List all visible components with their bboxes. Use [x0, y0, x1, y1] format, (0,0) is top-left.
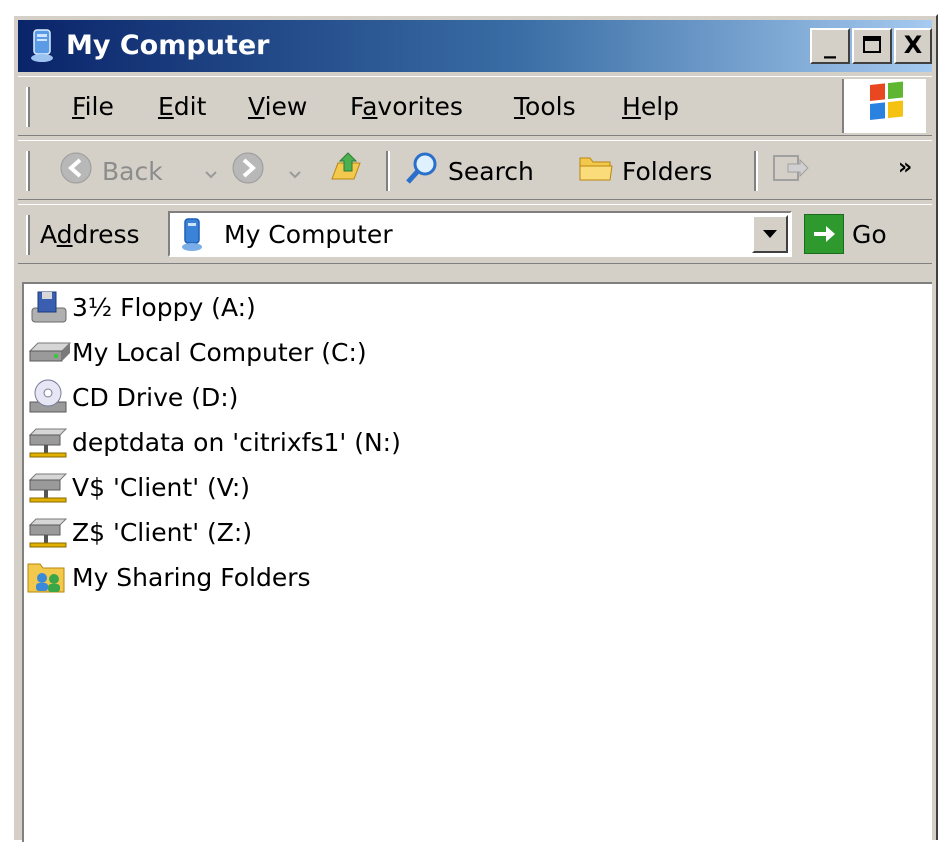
back-dropdown-button[interactable]	[204, 151, 218, 191]
drive-label: My Local Computer (C:)	[72, 338, 367, 367]
drive-label: My Sharing Folders	[72, 563, 311, 592]
go-button[interactable]: Go	[804, 213, 887, 255]
forward-dropdown-button[interactable]	[288, 151, 302, 191]
move-to-button[interactable]	[770, 151, 810, 191]
folders-button[interactable]: Folders	[578, 151, 712, 191]
back-button[interactable]: Back	[58, 151, 163, 191]
list-item[interactable]: My Local Computer (C:)	[26, 333, 367, 373]
menu-file[interactable]: File	[72, 93, 114, 121]
address-bar: Address My Computer Go	[18, 204, 932, 264]
windows-logo-icon	[842, 79, 926, 133]
list-item[interactable]: V$ 'Client' (V:)	[26, 468, 250, 508]
forward-arrow-icon	[230, 150, 266, 192]
cd-drive-icon	[26, 378, 72, 418]
minimize-button[interactable]: _	[810, 28, 850, 64]
maximize-button[interactable]	[852, 28, 892, 64]
list-item[interactable]: 3½ Floppy (A:)	[26, 288, 256, 328]
search-icon	[404, 150, 440, 192]
address-label: Address	[40, 220, 140, 249]
folder-icon	[578, 152, 614, 190]
maximize-icon	[862, 33, 882, 61]
search-button[interactable]: Search	[404, 151, 534, 191]
chevron-down-icon	[288, 157, 302, 186]
drive-label: Z$ 'Client' (Z:)	[72, 518, 253, 547]
toolbar-overflow-button[interactable]: »	[898, 155, 912, 180]
chevron-down-icon	[754, 228, 786, 257]
close-icon: X	[903, 31, 923, 59]
floppy-drive-icon	[26, 288, 72, 328]
up-folder-button[interactable]	[328, 151, 364, 191]
window-title: My Computer	[66, 30, 270, 61]
menu-bar: File Edit View Favorites Tools Help	[18, 76, 932, 136]
back-label: Back	[102, 156, 163, 186]
title-bar[interactable]: My Computer _ X	[18, 20, 932, 72]
folders-label: Folders	[622, 156, 713, 186]
back-arrow-icon	[58, 150, 94, 192]
go-arrow-icon	[804, 214, 844, 254]
drive-label: V$ 'Client' (V:)	[72, 473, 251, 502]
network-drive-icon	[26, 513, 72, 553]
list-item[interactable]: My Sharing Folders	[26, 558, 311, 598]
menu-view[interactable]: View	[248, 93, 307, 121]
drive-label: CD Drive (D:)	[72, 383, 239, 412]
forward-button[interactable]	[230, 151, 266, 191]
menu-tools[interactable]: Tools	[514, 93, 576, 121]
menu-edit[interactable]: Edit	[158, 93, 206, 121]
network-drive-icon	[26, 468, 72, 508]
my-computer-icon	[180, 217, 206, 253]
menu-help[interactable]: Help	[622, 93, 679, 121]
toolbar-separator	[754, 151, 758, 191]
drive-list-pane[interactable]: 3½ Floppy (A:) My Local Computer (C:) CD…	[22, 282, 932, 842]
explorer-window: My Computer _ X File Edit View Favorites…	[12, 14, 938, 842]
list-item[interactable]: deptdata on 'citrixfs1' (N:)	[26, 423, 401, 463]
address-value: My Computer	[224, 220, 393, 249]
drive-label: deptdata on 'citrixfs1' (N:)	[72, 428, 401, 457]
list-item[interactable]: CD Drive (D:)	[26, 378, 238, 418]
standard-toolbar: Back Search Folders »	[18, 140, 932, 200]
drive-label: 3½ Floppy (A:)	[72, 293, 256, 322]
search-label: Search	[448, 156, 534, 186]
address-input[interactable]: My Computer	[168, 211, 792, 257]
chevron-down-icon	[204, 157, 218, 186]
address-dropdown-button[interactable]	[752, 215, 788, 253]
minimize-icon: _	[824, 31, 836, 59]
go-label: Go	[852, 219, 887, 249]
close-button[interactable]: X	[894, 28, 932, 64]
shared-folder-icon	[26, 558, 72, 598]
move-to-folder-icon	[770, 150, 810, 192]
address-bar-grip[interactable]	[26, 215, 30, 255]
list-item[interactable]: Z$ 'Client' (Z:)	[26, 513, 252, 553]
network-drive-icon	[26, 423, 72, 463]
menu-bar-grip[interactable]	[26, 87, 30, 127]
hard-drive-icon	[26, 333, 72, 373]
menu-favorites[interactable]: Favorites	[350, 93, 463, 121]
up-folder-icon	[328, 149, 364, 193]
toolbar-separator	[386, 151, 390, 191]
toolbar-grip[interactable]	[26, 151, 30, 191]
my-computer-icon	[28, 28, 58, 64]
